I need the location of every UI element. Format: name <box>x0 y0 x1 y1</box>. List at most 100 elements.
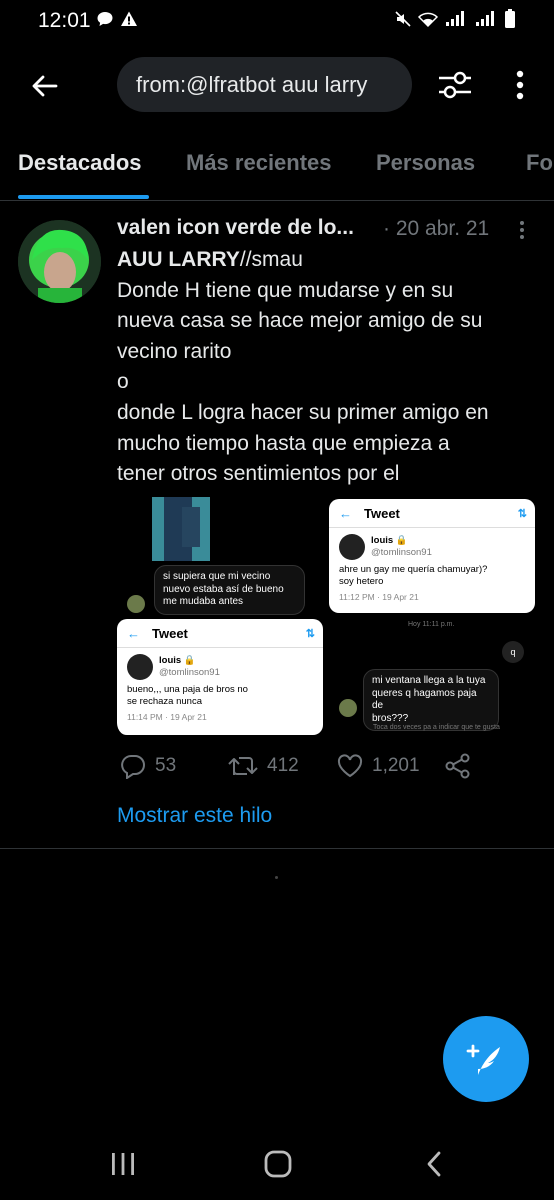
like-count: 1,201 <box>372 755 420 776</box>
tab-mas-recientes[interactable]: Más recientes <box>186 150 332 176</box>
sparkle-icon: ⇅ <box>305 627 315 640</box>
chat2-line-0: mi ventana llega a la tuya <box>372 675 486 686</box>
chevron-left-icon <box>427 1151 441 1177</box>
chat-bubble-2: mi ventana llega a la tuya queres q haga… <box>363 669 499 731</box>
reply-count: 53 <box>155 755 177 776</box>
author-name[interactable]: valen icon verde de lo... <box>117 216 354 240</box>
chat-avatar-1 <box>127 595 145 613</box>
recent-apps-icon <box>112 1153 134 1175</box>
tweet-line-6: mucho tiempo hasta que empieza a <box>117 431 450 455</box>
chat-bubble-1: si supiera que mi vecino nuevo estaba as… <box>154 565 305 615</box>
tweet-divider <box>0 848 554 849</box>
home-icon <box>264 1150 292 1178</box>
card2-text-0: bueno,,, una paja de bros no <box>127 684 248 695</box>
card2-header: ← Tweet ⇅ <box>117 619 323 648</box>
tweet-hashtitle: AUU LARRY <box>117 248 240 271</box>
card1-text-1: soy hetero <box>339 576 384 587</box>
tab-destacados[interactable]: Destacados <box>18 150 142 176</box>
search-input[interactable]: from:@lfratbot auu larry <box>117 57 412 112</box>
filter-sliders-icon <box>439 71 471 99</box>
chat-day-label: Hoy 11:11 p.m. <box>408 621 455 628</box>
card1-title: Tweet <box>364 505 400 521</box>
photo-thumbnail <box>152 497 210 561</box>
home-button[interactable] <box>260 1146 296 1182</box>
battery-icon <box>505 9 515 28</box>
compose-tweet-button[interactable] <box>443 1016 529 1102</box>
tweet-line-2: nueva casa se hace mejor amigo de su <box>117 309 483 333</box>
recent-apps-button[interactable] <box>106 1146 140 1182</box>
share-button[interactable] <box>444 752 472 780</box>
card1-text-0: ahre un gay me quería chamuyar)? <box>339 564 488 575</box>
tweet-more-button[interactable] <box>512 218 532 242</box>
card2-title: Tweet <box>152 625 188 641</box>
mute-icon <box>395 11 411 27</box>
chat-avatar-2 <box>339 699 357 717</box>
search-filters-button[interactable] <box>432 64 478 106</box>
sparkle-icon: ⇅ <box>517 507 527 520</box>
show-thread-link[interactable]: Mostrar este hilo <box>117 804 272 828</box>
chat2-line-1: queres q hagamos paja de <box>372 687 477 712</box>
chat1-line-2: me mudaba antes <box>163 596 244 607</box>
more-options-button[interactable] <box>504 64 536 106</box>
tweet-line-3: vecino rarito <box>117 339 232 363</box>
chat-bubble-icon <box>97 12 113 26</box>
card2-text-1: se rechaza nunca <box>127 696 202 707</box>
more-vertical-icon <box>516 70 524 100</box>
more-vertical-icon <box>520 221 524 239</box>
card1-body: louis 🔒 @tomlinson91 ahre un gay me quer… <box>329 528 535 609</box>
active-tab-indicator <box>18 195 149 199</box>
card1-name: louis 🔒 <box>371 535 408 546</box>
embedded-tweet-card-2: ← Tweet ⇅ louis 🔒 @tomlinson91 bueno,,, … <box>117 619 323 735</box>
android-back-button[interactable] <box>420 1146 448 1182</box>
card2-time: 11:14 PM · 19 Apr 21 <box>127 712 207 722</box>
chat1-line-0: si supiera que mi vecino <box>163 571 271 582</box>
status-left-icons <box>96 10 138 28</box>
card2-handle: @tomlinson91 <box>159 667 220 678</box>
tweet-line-4: o <box>117 370 129 394</box>
status-right-icons <box>394 9 516 29</box>
wifi-icon <box>418 12 438 28</box>
reply-button[interactable]: 53 <box>119 752 176 780</box>
warning-icon <box>121 11 137 26</box>
tabs-divider <box>0 200 554 201</box>
avatar-image <box>18 220 101 303</box>
search-query: from:@lfratbot auu larry <box>136 71 368 97</box>
card2-body: louis 🔒 @tomlinson91 bueno,,, una paja d… <box>117 648 323 729</box>
card1-time: 11:12 PM · 19 Apr 21 <box>339 592 419 602</box>
tweet-hashtitle-rest: //smau <box>239 248 303 271</box>
signal-icon-2 <box>476 11 494 26</box>
back-arrow-icon <box>32 75 58 97</box>
back-arrow-icon: ← <box>339 505 352 521</box>
compose-quill-icon <box>466 1044 500 1075</box>
tweet-media-image[interactable]: si supiera que mi vecino nuevo estaba as… <box>117 497 537 737</box>
retweet-count: 412 <box>267 755 299 776</box>
tweet-line-0: AUU LARRY//smau <box>117 245 537 276</box>
tweet-text: AUU LARRY//smau Donde H tiene que mudars… <box>117 245 537 490</box>
chat1-line-1: nuevo estaba así de bueno <box>163 583 284 595</box>
back-button[interactable] <box>22 66 66 106</box>
retweet-icon <box>228 757 258 775</box>
tweet-date[interactable]: · 20 abr. 21 <box>383 217 489 241</box>
tweet-line-5: donde L logra hacer su primer amigo en <box>117 400 489 424</box>
back-arrow-icon: ← <box>127 625 140 641</box>
tab-personas[interactable]: Personas <box>376 150 475 176</box>
heart-icon <box>337 754 363 778</box>
card1-avatar <box>339 534 365 560</box>
card2-name: louis 🔒 <box>159 655 196 666</box>
like-button[interactable]: 1,201 <box>336 752 420 780</box>
signal-icon <box>446 11 464 26</box>
tweet-line-1: Donde H tiene que mudarse y en su <box>117 278 454 302</box>
tweet-line-7: tener otros sentimientos por el <box>117 462 400 486</box>
card1-header: ← Tweet ⇅ <box>329 499 535 528</box>
chat-q-bubble: q <box>502 641 524 663</box>
avatar[interactable] <box>18 220 101 303</box>
tab-fotos[interactable]: Fo <box>526 150 553 176</box>
status-time: 12:01 <box>38 9 91 32</box>
reply-icon <box>121 755 145 779</box>
share-icon <box>445 753 470 779</box>
chat-like-hint: Toca dos veces pa a indicar que te gusta <box>373 724 500 731</box>
loading-dot <box>275 876 278 879</box>
retweet-button[interactable]: 412 <box>227 752 299 780</box>
embedded-tweet-card-1: ← Tweet ⇅ louis 🔒 @tomlinson91 ahre un g… <box>329 499 535 613</box>
card1-handle: @tomlinson91 <box>371 547 432 558</box>
